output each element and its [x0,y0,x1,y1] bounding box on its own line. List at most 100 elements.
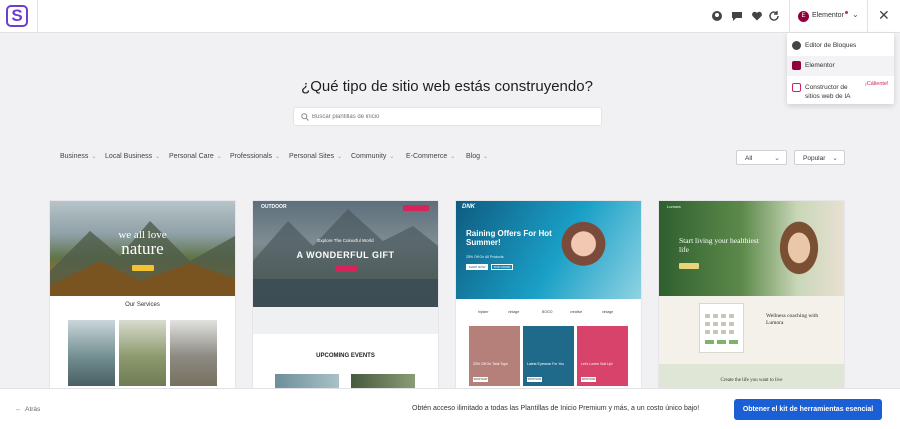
promo-text: Obtén acceso ilimitado a todas las Plant… [412,405,700,412]
page-title: ¿Qué tipo de sitio web estás construyend… [301,78,593,95]
category-label: Local Business [105,153,153,160]
dropdown-item-label: Editor de Bloques [805,42,857,49]
user-icon[interactable] [711,10,723,22]
brand-logo: Lumora [667,204,681,209]
event-image [351,374,415,388]
brand-logo: OUTDOOR [261,204,287,210]
close-icon[interactable]: ✕ [878,7,890,24]
dropdown-item-elementor[interactable]: Elementor [787,56,894,76]
chevron-down-icon: ⌄ [450,154,456,160]
partner-logo: creative [570,310,583,314]
partner-logo: BOGO [542,310,553,314]
search-box[interactable] [293,107,602,126]
get-toolkit-button[interactable]: Obtener el kit de herramientas esencial [734,399,882,420]
hero-subtitle: 25% Off On All Products [466,255,504,259]
notification-dot [845,11,848,14]
chevron-down-icon: ⌄ [91,154,97,160]
dropdown-item-block-editor[interactable]: Editor de Bloques [787,36,894,56]
template-card-outdoor[interactable]: OUTDOOR Explore The Colourful World A WO… [253,201,438,388]
template-card-nature[interactable]: we all love nature Our Services [50,201,235,388]
tile-button: SHOP NOW [527,377,542,382]
hero-button [335,266,357,272]
hero-button [679,263,699,269]
builder-selector[interactable]: E Elementor ⌄ [789,0,868,33]
hero-heading: Raining Offers For Hot Summer! [466,229,552,247]
template-card-dnk[interactable]: DNK Raining Offers For Hot Summer! 25% O… [456,201,641,388]
chevron-down-icon: ⌄ [337,154,343,160]
logo-icon: S [6,5,28,27]
hero-button: FIND MORE [491,264,513,270]
partner-logo: hipster [478,310,489,314]
heart-icon[interactable] [751,10,763,22]
calendar-widget [699,303,744,353]
service-image [119,320,166,386]
hero-heading: nature [121,239,164,258]
footer-band: Create the life you want to live [659,364,844,388]
service-image [68,320,115,386]
back-button[interactable]: ← Atrás [15,406,40,413]
calendar-icon [705,314,738,344]
refresh-icon[interactable] [768,10,780,22]
bottom-bar: ← Atrás Obtén acceso ilimitado a todas l… [0,388,900,429]
type-filter-value: All [745,155,753,162]
chevron-down-icon: ⌄ [389,154,395,160]
category-professionals[interactable]: Professionals ⌄ [230,153,280,163]
product-tile: Let's Lorem Suit Up! SHOP NOW [577,326,628,386]
category-personal-care[interactable]: Personal Care ⌄ [169,153,222,163]
tile-button: SHOP NOW [473,377,488,382]
section-title: UPCOMING EVENTS [316,353,375,359]
template-preview: DNK Raining Offers For Hot Summer! 25% O… [456,201,641,299]
partner-logo: vintage [602,310,614,314]
template-preview: we all love nature [50,201,235,296]
tile-title: Let's Lorem Suit Up! [581,362,613,366]
chevron-down-icon: ⌄ [275,154,281,160]
tile-button: SHOP NOW [581,377,596,382]
hero-heading: Start living your healthiest life [679,236,759,254]
event-image [275,374,339,388]
type-filter-select[interactable]: All ⌄ [736,150,787,165]
chevron-down-icon: ⌄ [483,154,489,160]
hero-button: SHOP NOW [466,264,488,270]
template-card-lumora[interactable]: Lumora Start living your healthiest life… [659,201,844,388]
search-icon [301,113,309,121]
category-label: Professionals [230,153,273,160]
category-blog[interactable]: Blog ⌄ [466,153,488,163]
chevron-down-icon: ⌄ [216,154,222,160]
quote-strip [253,307,438,334]
app-logo[interactable]: S [0,0,38,33]
category-ecommerce[interactable]: E-Commerce ⌄ [406,153,455,163]
model-image [764,213,834,296]
model-image [552,207,622,299]
category-label: Personal Sites [289,153,335,160]
chevron-down-icon: ⌄ [832,155,838,162]
category-label: E-Commerce [406,153,448,160]
chevron-down-icon: ⌄ [155,154,161,160]
service-image [170,320,217,386]
category-business[interactable]: Business ⌄ [60,153,96,163]
hero-kicker: Explore The Colourful World [317,238,374,243]
category-community[interactable]: Community ⌄ [351,153,394,163]
tile-title: Latest Eyewear For You [527,362,565,366]
hero-button [132,265,154,271]
hero-heading: A WONDERFUL GIFT [296,250,395,260]
category-local-business[interactable]: Local Business ⌄ [105,153,160,163]
category-label: Business [60,153,89,160]
template-preview: Lumora Start living your healthiest life [659,201,844,296]
product-tile: 20% Off On Tank Tops SHOP NOW [469,326,520,386]
back-label: Atrás [25,406,41,413]
sort-select[interactable]: Popular ⌄ [794,150,845,165]
elementor-icon [792,61,801,70]
category-label: Personal Care [169,153,214,160]
tile-title: 20% Off On Tank Tops [473,362,508,366]
category-label: Blog [466,153,481,160]
search-input[interactable] [312,110,592,123]
section-title: Our Services [125,302,160,308]
chevron-down-icon: ⌄ [852,10,859,19]
category-personal-sites[interactable]: Personal Sites ⌄ [289,153,342,163]
category-label: Community [351,153,387,160]
footer-title: Create the life you want to live [720,378,783,383]
chat-icon[interactable] [731,10,743,22]
chevron-down-icon: ⌄ [774,155,780,162]
hero-button [403,205,429,211]
template-preview: OUTDOOR Explore The Colourful World A WO… [253,201,438,307]
